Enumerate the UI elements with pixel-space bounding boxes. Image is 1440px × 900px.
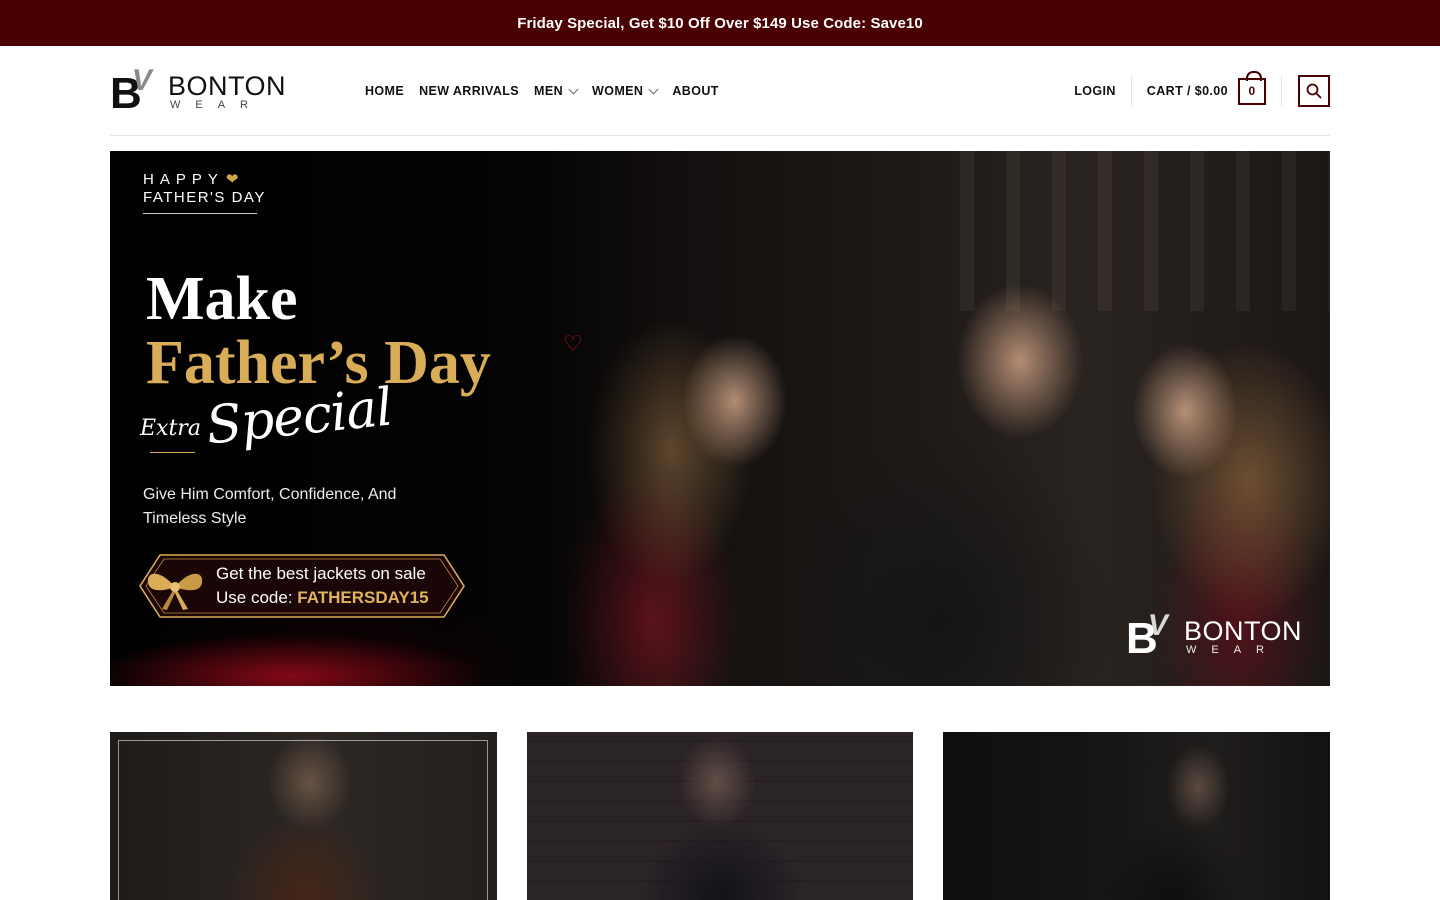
header-divider <box>1281 76 1282 106</box>
search-button[interactable] <box>1298 75 1330 107</box>
category-cards <box>110 732 1330 900</box>
logo-wordmark: BONTON WEAR <box>1184 616 1303 657</box>
nav-women[interactable]: WOMEN <box>592 84 659 98</box>
cart-link[interactable]: CART / $0.00 0 <box>1146 70 1266 105</box>
nav-new-arrivals[interactable]: NEW ARRIVALS <box>419 84 519 98</box>
logo-mark: B V <box>110 64 156 118</box>
nav-about[interactable]: ABOUT <box>672 84 718 98</box>
heart-outline-icon: ♡ <box>563 331 583 356</box>
coupon-line1: Get the best jackets on sale <box>216 564 426 583</box>
nav-men[interactable]: MEN <box>534 84 579 98</box>
category-card-3[interactable] <box>943 732 1330 900</box>
site-header: B V BONTON WEAR HOME NEW ARRIVALS MEN WO… <box>110 46 1330 136</box>
announcement-text: Friday Special, Get $10 Off Over $149 Us… <box>517 14 923 32</box>
gift-bow-icon <box>147 573 203 610</box>
cart-bag-icon: 0 <box>1238 70 1266 105</box>
heart-icon: ❤ <box>225 171 239 188</box>
category-card-1[interactable] <box>110 732 497 900</box>
hero-extra: Extra <box>140 416 201 441</box>
header-actions: LOGIN CART / $0.00 0 <box>1074 46 1330 136</box>
extra-underline <box>150 452 195 453</box>
hero-brand-logo: B V BONTON WEAR <box>1126 609 1306 663</box>
coupon-tag: Get the best jackets on sale Use code: F… <box>138 553 466 619</box>
card-overlay <box>943 732 1330 900</box>
cart-count: 0 <box>1248 84 1256 98</box>
search-icon <box>1306 83 1322 99</box>
nav-home[interactable]: HOME <box>365 84 404 98</box>
header-divider <box>1130 76 1132 106</box>
happy-fathers-day-badge: HAPPY ❤ FATHER'S DAY <box>143 171 266 214</box>
hero-subtitle: Give Him Comfort, Confidence, And Timele… <box>143 486 397 527</box>
cart-label: CART / $0.00 <box>1146 84 1228 98</box>
coupon-line2: Use code: FATHERSDAY15 <box>216 588 429 607</box>
category-card-2[interactable] <box>527 732 913 900</box>
announcement-bar: Friday Special, Get $10 Off Over $149 Us… <box>0 0 1440 46</box>
chevron-down-icon <box>568 84 579 94</box>
main-nav: HOME NEW ARRIVALS MEN WOMEN ABOUT <box>365 46 719 136</box>
site-logo[interactable]: B V BONTON WEAR <box>110 64 294 118</box>
login-link[interactable]: LOGIN <box>1074 84 1116 98</box>
logo-wordmark: BONTON WEAR <box>168 71 287 112</box>
logo-mark: B V <box>1126 609 1172 663</box>
chevron-down-icon <box>648 84 659 94</box>
hero-title-line1: Make <box>146 265 298 333</box>
badge-underline <box>143 213 257 214</box>
card-frame <box>118 740 488 900</box>
hero-background-windows <box>960 151 1330 311</box>
coupon-code: FATHERSDAY15 <box>297 588 429 607</box>
card-overlay <box>527 732 913 900</box>
hero-banner[interactable]: HAPPY ❤ FATHER'S DAY Make Father’s Day ♡ … <box>110 151 1330 686</box>
